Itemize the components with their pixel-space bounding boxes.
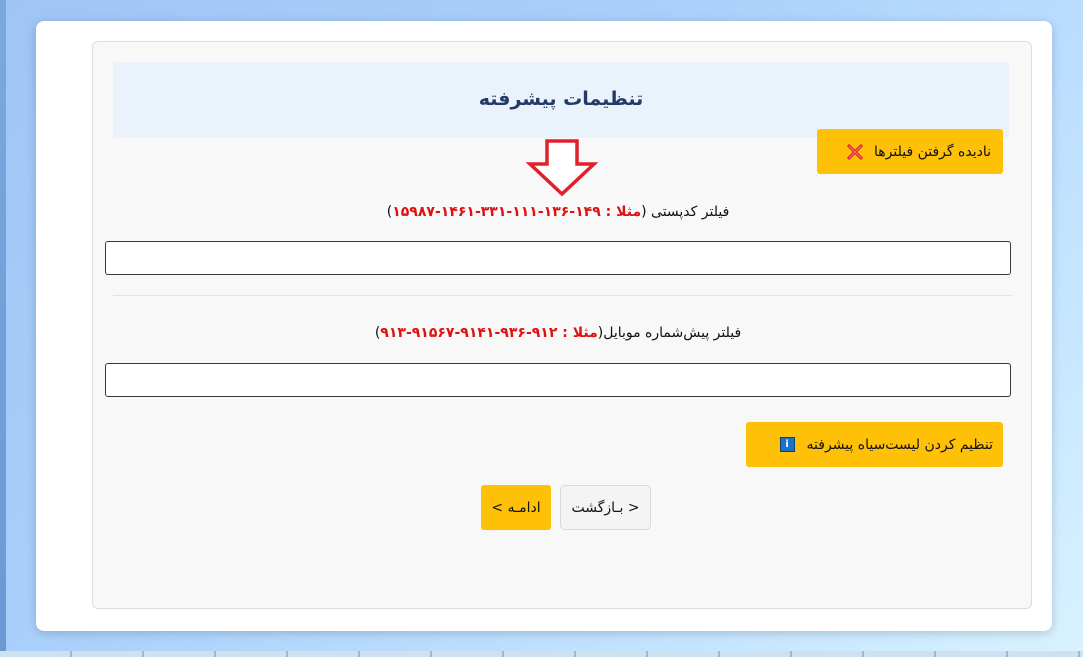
down-arrow-icon [525, 139, 599, 197]
advanced-blacklist-label: تنظیم کردن لیست‌سیاه پیشرفته [806, 436, 993, 453]
background-window-edge [0, 0, 6, 657]
panel-title: تنظیمات پیشرفته [478, 88, 644, 110]
mobile-filter-example: مثلا : ۹۱۲-۹۳۶-۹۱۴۱-۹۱۵۶۷-۹۱۳ [380, 325, 598, 341]
back-button[interactable]: < بـازگشت [560, 485, 651, 530]
background-grid-strip [0, 651, 1083, 657]
settings-modal: تنظیمات پیشرفته نادیده گرفتن فیلترها فیل… [36, 21, 1052, 631]
postal-filter-label: فیلتر کدپستی (مثلا : ۱۴۹-۱۳۶-۱۱۱-۳۳۱-۱۴۶… [105, 204, 1011, 220]
close-x-icon [847, 143, 863, 160]
mobile-filter-label: فیلتر پیش‌شماره موبایل(مثلا : ۹۱۲-۹۳۶-۹۱… [105, 325, 1011, 341]
mobile-filter-input[interactable] [105, 363, 1011, 397]
postal-filter-example: مثلا : ۱۴۹-۱۳۶-۱۱۱-۳۳۱-۱۴۶۱-۱۵۹۸۷ [392, 204, 642, 220]
next-button[interactable]: ادامـه > [481, 485, 551, 530]
advanced-settings-panel: تنظیمات پیشرفته نادیده گرفتن فیلترها فیل… [92, 41, 1032, 609]
info-icon: i [779, 437, 795, 452]
section-divider [113, 295, 1013, 296]
postal-filter-label-text: فیلتر کدپستی ( [641, 204, 730, 220]
mobile-filter-label-text: فیلتر پیش‌شماره موبایل( [597, 325, 742, 341]
postal-filter-input[interactable] [105, 241, 1011, 275]
advanced-blacklist-button[interactable]: تنظیم کردن لیست‌سیاه پیشرفته i [746, 422, 1003, 467]
panel-header: تنظیمات پیشرفته [113, 62, 1009, 138]
ignore-filters-button[interactable]: نادیده گرفتن فیلترها [817, 129, 1003, 174]
ignore-filters-label: نادیده گرفتن فیلترها [874, 143, 991, 160]
